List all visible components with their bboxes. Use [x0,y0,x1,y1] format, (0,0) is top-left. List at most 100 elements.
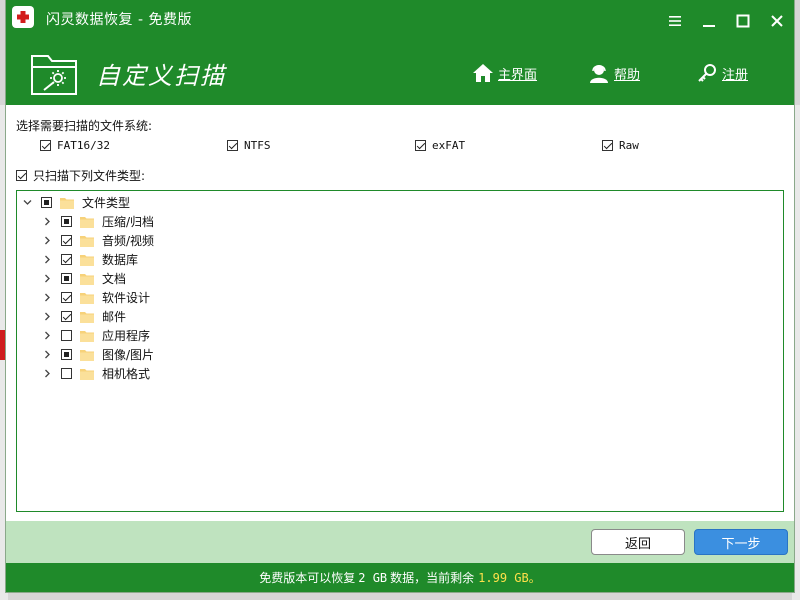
folder-icon [80,368,94,380]
expand-toggle[interactable] [41,216,53,228]
chevron-right-icon [44,236,50,245]
filesystem-raw-checkbox[interactable]: Raw [602,139,639,152]
tree-item-applications[interactable]: 应用程序 [41,326,150,345]
tree-item-camera-formats[interactable]: 相机格式 [41,364,150,383]
status-remaining: 1.99 GB。 [478,571,541,585]
filesystem-fat-checkbox[interactable]: FAT16/32 [40,139,110,152]
only-scan-types-checkbox[interactable]: 只扫描下列文件类型: [16,167,145,184]
window-controls [658,0,794,42]
checkbox-icon [602,140,613,151]
chevron-right-icon [44,293,50,302]
expand-toggle[interactable] [41,235,53,247]
status-prefix: 免费版本可以恢复 [259,571,356,585]
custom-scan-folder-icon [31,55,77,95]
folder-icon [80,216,94,228]
page-title: 自定义扫描 [96,62,226,90]
filesystem-exfat-checkbox[interactable]: exFAT [415,139,465,152]
expand-toggle[interactable] [41,349,53,361]
tree-item-label: 应用程序 [102,329,151,343]
nav-register-link[interactable]: 注册 [696,62,748,84]
checkbox-icon [40,140,51,151]
tree-item-software-design[interactable]: 软件设计 [41,288,150,307]
tree-checkbox[interactable] [41,197,52,208]
tree-checkbox[interactable] [61,292,72,303]
support-user-icon [590,65,608,83]
chevron-right-icon [44,274,50,283]
expand-toggle[interactable] [41,368,53,380]
chevron-right-icon [44,369,50,378]
home-icon [473,64,493,82]
tree-item-compressed[interactable]: 压缩/归档 [41,212,154,231]
file-type-tree: 文件类型 压缩/归档 音频/视频 数据库 文档 软件设计 邮件 应用程序 图像/… [16,190,784,512]
next-step-button[interactable]: 下一步 [694,529,788,555]
chevron-down-icon [23,200,31,205]
nav-home-label: 主界面 [498,67,538,83]
dialog-window: 闪灵数据恢复 - 免费版 自定义扫描 主界面 帮助 注册 选择需要扫描的文件系统… [6,0,794,592]
folder-icon [80,292,94,304]
expand-toggle[interactable] [41,330,53,342]
filesystem-label: NTFS [244,139,271,152]
expand-toggle[interactable] [41,254,53,266]
status-bar: 免费版本可以恢复 2 GB 数据，当前剩余 1.99 GB。 [6,563,794,592]
filesystem-ntfs-checkbox[interactable]: NTFS [227,139,271,152]
tree-item-label: 音频/视频 [102,234,155,248]
tree-item-images[interactable]: 图像/图片 [41,345,154,364]
folder-icon [80,349,94,361]
checkbox-icon [227,140,238,151]
folder-icon [80,311,94,323]
folder-icon [60,197,74,209]
filesystem-label: FAT16/32 [57,139,110,152]
key-icon [698,64,716,82]
tree-checkbox[interactable] [61,254,72,265]
nav-home-link[interactable]: 主界面 [472,62,537,84]
maximize-button[interactable] [726,0,760,42]
title-bar: 闪灵数据恢复 - 免费版 [6,0,794,42]
tree-item-label: 邮件 [102,310,127,324]
page-header: 自定义扫描 主界面 帮助 注册 [6,42,794,105]
filesystem-label: Raw [619,139,639,152]
chevron-right-icon [44,217,50,226]
app-logo-icon [12,6,34,28]
minimize-icon [703,25,715,27]
hamburger-menu-icon [669,16,681,26]
nav-register-label: 注册 [722,67,749,83]
checkbox-icon [16,170,27,181]
expand-toggle[interactable] [41,311,53,323]
expand-toggle[interactable] [21,197,33,209]
tree-item-audio-video[interactable]: 音频/视频 [41,231,154,250]
expand-toggle[interactable] [41,273,53,285]
tree-item-label: 软件设计 [102,291,151,305]
tree-item-mail[interactable]: 邮件 [41,307,126,326]
nav-help-link[interactable]: 帮助 [588,62,640,84]
tree-item-label: 压缩/归档 [102,215,155,229]
tree-item-documents[interactable]: 文档 [41,269,126,288]
content-area: 选择需要扫描的文件系统: FAT16/32 NTFS exFAT Raw 只扫描… [6,105,794,521]
chevron-right-icon [44,331,50,340]
expand-toggle[interactable] [41,292,53,304]
folder-icon [80,235,94,247]
tree-item-label: 文档 [102,272,127,286]
menu-button[interactable] [658,0,692,42]
tree-checkbox[interactable] [61,273,72,284]
folder-icon [80,330,94,342]
close-button[interactable] [760,0,794,42]
tree-checkbox[interactable] [61,235,72,246]
minimize-button[interactable] [692,0,726,42]
status-middle: 数据，当前剩余 [390,571,475,585]
back-button[interactable]: 返回 [591,529,685,555]
filesystem-section-label: 选择需要扫描的文件系统: [16,119,153,133]
tree-item-label: 图像/图片 [102,348,155,362]
tree-root-row[interactable]: 文件类型 [21,193,130,212]
chevron-right-icon [44,312,50,321]
tree-checkbox[interactable] [61,311,72,322]
button-bar: 返回 下一步 [6,521,794,563]
nav-help-label: 帮助 [614,67,641,83]
folder-icon [80,254,94,266]
tree-item-database[interactable]: 数据库 [41,250,138,269]
tree-checkbox[interactable] [61,330,72,341]
folder-icon [80,273,94,285]
tree-item-label: 数据库 [102,253,139,267]
tree-checkbox[interactable] [61,368,72,379]
tree-checkbox[interactable] [61,349,72,360]
tree-checkbox[interactable] [61,216,72,227]
